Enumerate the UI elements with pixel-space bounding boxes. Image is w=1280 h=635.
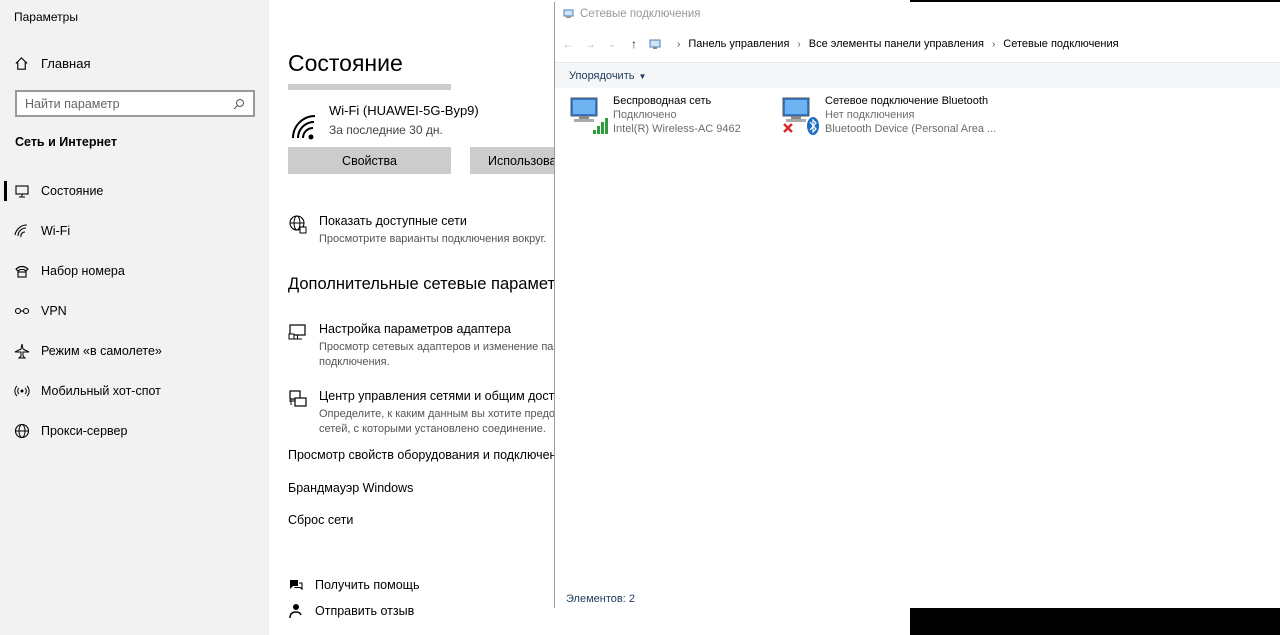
wifi-status: Wi-Fi (HUAWEI-5G-Byp9) За последние 30 д… [291,103,479,141]
breadcrumb-network-connections[interactable]: Сетевые подключения [1003,38,1118,50]
nav-label: VPN [41,304,67,318]
control-panel-icon [649,39,661,49]
show-networks-option[interactable]: Показать доступные сети Просмотрите вари… [288,214,546,247]
nav-item-wifi[interactable]: Wi-Fi [0,211,269,251]
breadcrumb-separator: › [797,38,801,50]
nav-label: Прокси-сервер [41,424,128,438]
adapter-settings-title: Настройка параметров адаптера [319,322,511,336]
show-networks-title: Показать доступные сети [319,214,467,228]
nav-item-vpn[interactable]: VPN [0,291,269,331]
address-bar: ← → ⌄ ↑ › Панель управления › Все элемен… [555,29,1280,59]
network-folder-icon [563,9,574,18]
home-icon [15,57,28,70]
dropdown-arrow-icon: ▼ [638,71,647,81]
breadcrumb-control-panel[interactable]: Панель управления [688,38,789,50]
airplane-icon [14,343,30,359]
hardware-properties-link[interactable]: Просмотр свойств оборудования и подключе… [288,448,570,462]
nav-label: Набор номера [41,264,125,278]
adapter-settings-desc: Просмотр сетевых адаптеров и изменение п… [319,341,560,368]
search-icon [233,98,244,109]
sharing-center-desc: Определите, к каким данным вы хотите пре… [319,408,561,435]
sharing-center-option[interactable]: Центр управления сетями и общим доступ О… [288,389,568,437]
nav-item-airplane[interactable]: Режим «в самолете» [0,331,269,371]
nav-label: Состояние [41,184,104,198]
forward-arrow-icon[interactable]: → [581,37,599,51]
sharing-center-title: Центр управления сетями и общим доступ [319,389,568,403]
nav-item-proxy[interactable]: Прокси-сервер [0,411,269,451]
connection-bluetooth[interactable]: Сетевое подключение Bluetooth Нет подклю… [781,94,996,136]
connection-status: Подключено [613,109,677,121]
connection-name: Беспроводная сеть [613,95,712,107]
content-divider [288,84,451,90]
connection-status: Нет подключения [825,109,915,121]
nav-label: Режим «в самолете» [41,344,162,358]
feedback-label: Отправить отзыв [315,604,415,618]
organize-menu[interactable]: Упорядочить ▼ [569,70,646,82]
advanced-heading: Дополнительные сетевые парамет [288,275,556,293]
command-bar: Упорядочить ▼ [555,62,1280,88]
home-label: Главная [41,56,91,71]
breadcrumb-separator: › [991,38,996,50]
connection-name: Сетевое подключение Bluetooth [825,95,989,107]
adapter-icon [288,324,306,340]
status-bar-count: Элементов: 2 [566,593,635,605]
wireless-adapter-icon [570,97,608,134]
page-title: Состояние [288,50,403,76]
network-reset-link[interactable]: Сброс сети [288,513,353,527]
wifi-usage-period: За последние 30 дн. [329,123,443,137]
back-arrow-icon[interactable]: ← [559,37,577,51]
wifi-icon [292,115,316,140]
sharing-center-icon [289,390,307,407]
search-input[interactable] [25,96,233,111]
get-help-label: Получить помощь [315,578,420,592]
wifi-network-name: Wi-Fi (HUAWEI-5G-Byp9) [329,103,479,118]
nav-label: Мобильный хот-спот [41,384,161,398]
breadcrumb-separator: › [677,38,681,50]
nav-label: Wi-Fi [41,224,71,238]
recent-chevron-icon[interactable]: ⌄ [603,39,621,50]
settings-nav: Состояние Wi-Fi Набор номера VPN Режим «… [0,171,269,451]
vpn-icon [14,303,30,319]
nav-item-hotspot[interactable]: Мобильный хот-спот [0,371,269,411]
wifi-icon [14,223,30,239]
get-help-link[interactable]: Получить помощь [288,577,419,593]
dialup-icon [14,263,30,279]
firewall-link[interactable]: Брандмауэр Windows [288,481,413,495]
up-arrow-icon[interactable]: ↑ [625,37,643,51]
settings-sidebar: Параметры Главная Сеть и Интернет Состоя… [0,0,269,635]
status-icon [14,183,30,199]
connection-device: Bluetooth Device (Personal Area ... [825,123,997,135]
nav-item-dialup[interactable]: Набор номера [0,251,269,291]
app-title: Параметры [14,10,78,24]
feedback-link[interactable]: Отправить отзыв [288,603,414,619]
show-networks-desc: Просмотрите варианты подключения вокруг. [319,233,547,245]
window-title: Сетевые подключения [563,8,701,20]
home-link[interactable]: Главная [14,56,90,71]
properties-button[interactable]: Свойства [288,147,451,174]
hotspot-icon [14,383,30,399]
search-box[interactable] [15,90,255,117]
breadcrumb-all-items[interactable]: Все элементы панели управления [809,38,984,50]
adapter-settings-option[interactable]: Настройка параметров адаптера Просмотр с… [288,322,560,370]
bluetooth-adapter-icon [782,97,819,135]
globe-icon [14,423,30,439]
connection-device: Intel(R) Wireless-AC 9462 [613,123,741,135]
feedback-icon [289,604,302,619]
network-connections-window: Сетевые подключения ← → ⌄ ↑ › Панель упр… [554,2,1280,608]
network-globe-icon [289,215,307,234]
section-title: Сеть и Интернет [15,135,117,149]
help-chat-icon [290,580,303,591]
nav-item-status[interactable]: Состояние [0,171,269,211]
connection-wireless[interactable]: Беспроводная сеть Подключено Intel(R) Wi… [569,94,741,136]
